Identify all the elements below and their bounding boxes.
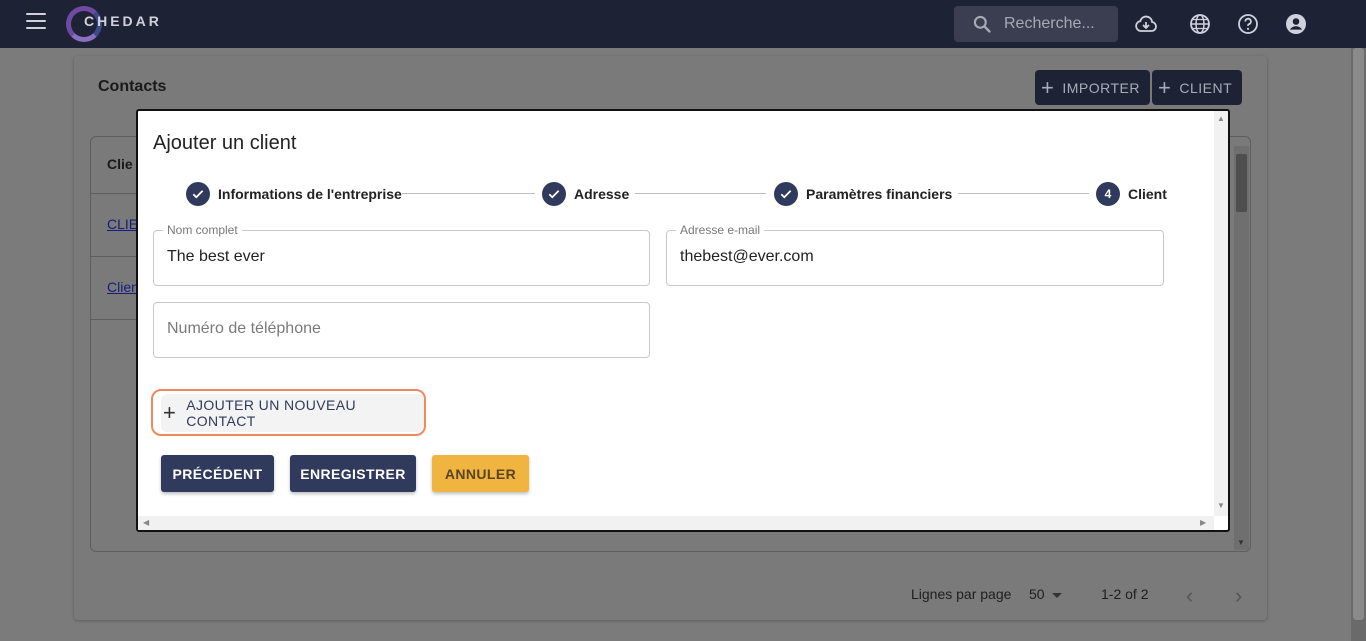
step-label: Paramètres financiers (806, 186, 953, 202)
phone-placeholder: Numéro de téléphone (167, 320, 321, 337)
add-new-contact-label: AJOUTER UN NOUVEAU CONTACT (186, 396, 357, 429)
step-number: 4 (1096, 182, 1120, 206)
step-company-info[interactable]: Informations de l'entreprise (186, 182, 402, 206)
previous-button[interactable]: PRÉCÉDENT (161, 455, 274, 492)
search-icon (973, 15, 991, 33)
full-name-value: The best ever (167, 248, 265, 265)
step-label: Adresse (574, 186, 630, 202)
scroll-up-icon[interactable]: ▲ (1217, 114, 1225, 123)
menu-icon[interactable] (26, 13, 46, 29)
plus-icon: + (1158, 74, 1172, 100)
step-client[interactable]: 4 Client (1096, 182, 1167, 206)
check-icon (542, 182, 566, 206)
logo-text: CHEDAR (84, 13, 162, 29)
scroll-right-icon[interactable]: ▶ (1200, 518, 1206, 527)
rows-per-page-select[interactable]: 50 (1029, 586, 1045, 602)
search-box[interactable]: Recherche... (954, 6, 1118, 42)
add-client-button-label: CLIENT (1179, 79, 1233, 96)
cloud-download-icon[interactable] (1134, 12, 1158, 36)
dialog-horizontal-scrollbar[interactable]: ◀ ▶ (138, 516, 1214, 530)
dialog-vertical-scrollbar[interactable]: ▲ ▼ (1214, 111, 1228, 516)
add-new-contact-button[interactable]: + AJOUTER UN NOUVEAU CONTACT (151, 389, 426, 436)
step-address[interactable]: Adresse (542, 182, 629, 206)
account-icon[interactable] (1284, 12, 1308, 36)
table-column-header[interactable]: Clie (107, 156, 133, 172)
chevron-right-icon[interactable]: › (1235, 583, 1242, 609)
step-financial-params[interactable]: Paramètres financiers (774, 182, 952, 206)
step-connector (958, 193, 1089, 194)
table-scrollbar-thumb[interactable] (1236, 154, 1247, 212)
app-bar: CHEDAR Recherche... (0, 0, 1366, 48)
check-icon (774, 182, 798, 206)
app-logo[interactable]: CHEDAR (66, 4, 159, 44)
plus-icon: + (163, 399, 177, 425)
table-row-link[interactable]: Clien (107, 279, 139, 295)
step-label: Client (1128, 186, 1167, 202)
search-placeholder: Recherche... (1004, 15, 1095, 32)
save-button[interactable]: ENREGISTRER (290, 455, 416, 492)
full-name-field[interactable]: Nom complet The best ever (153, 223, 650, 286)
table-scroll-down-icon[interactable]: ▼ (1237, 538, 1245, 547)
import-button[interactable]: + IMPORTER (1035, 70, 1150, 105)
email-field[interactable]: Adresse e-mail thebest@ever.com (666, 223, 1164, 286)
page-title: Contacts (98, 78, 167, 95)
page-scrollbar-thumb[interactable] (1353, 48, 1364, 620)
add-client-button[interactable]: + CLIENT (1152, 70, 1243, 105)
chevron-down-icon[interactable] (1052, 593, 1062, 598)
import-button-label: IMPORTER (1062, 79, 1140, 96)
scroll-left-icon[interactable]: ◀ (143, 518, 149, 527)
email-label: Adresse e-mail (676, 223, 765, 237)
phone-field[interactable]: Numéro de téléphone (153, 302, 650, 358)
pagination-range: 1-2 of 2 (1101, 586, 1149, 602)
step-connector (402, 193, 535, 194)
full-name-label: Nom complet (163, 223, 242, 237)
step-connector (635, 193, 766, 194)
scroll-down-icon[interactable]: ▼ (1217, 501, 1225, 510)
step-label: Informations de l'entreprise (218, 186, 402, 202)
email-value: thebest@ever.com (680, 248, 814, 265)
add-client-dialog: Ajouter un client Informations de l'entr… (136, 109, 1230, 532)
chevron-left-icon[interactable]: ‹ (1186, 583, 1193, 609)
check-icon (186, 182, 210, 206)
plus-icon: + (1041, 74, 1055, 100)
rows-per-page-label: Lignes par page (911, 586, 1012, 602)
help-icon[interactable] (1236, 12, 1260, 36)
dialog-title: Ajouter un client (153, 132, 297, 154)
table-row-link[interactable]: CLIE (107, 216, 138, 232)
cancel-button[interactable]: ANNULER (432, 455, 529, 492)
globe-icon[interactable] (1188, 12, 1212, 36)
